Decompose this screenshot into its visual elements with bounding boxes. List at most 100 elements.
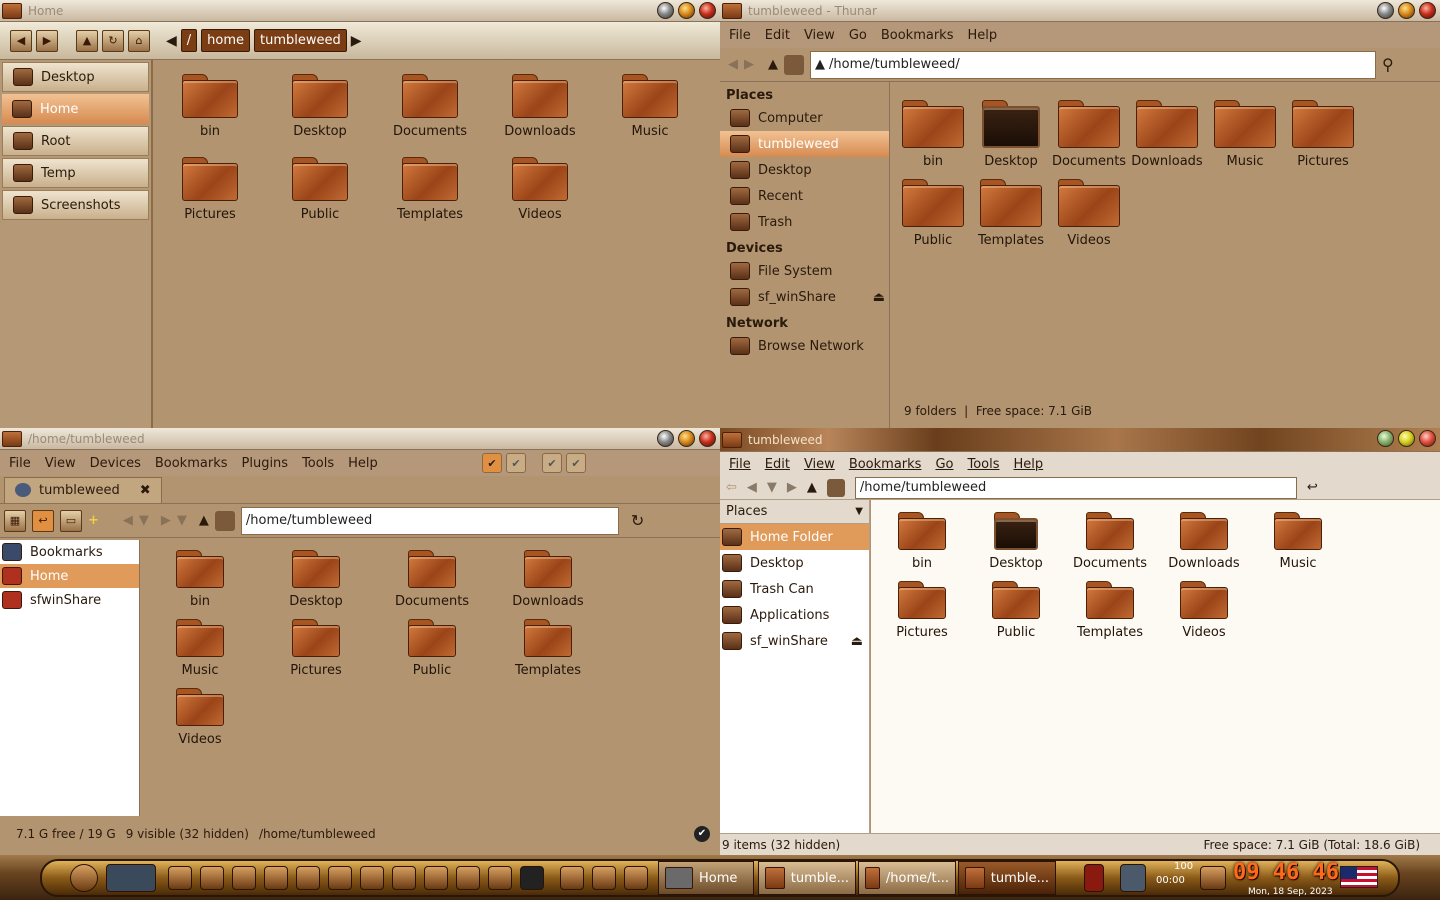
path-input[interactable]: /home/tumbleweed <box>854 476 1297 499</box>
folder-item[interactable]: bin <box>894 100 972 169</box>
folder-item[interactable]: Music <box>1251 512 1345 571</box>
check-icon[interactable]: ✔ <box>694 826 710 842</box>
eject-icon[interactable]: ⏏ <box>851 634 863 649</box>
sidebar-item-bookmarks[interactable]: Bookmarks <box>0 540 139 564</box>
close-tab-icon[interactable]: ✖ <box>140 483 151 498</box>
folder-item[interactable]: Desktop <box>258 550 374 609</box>
titlebar-thunar[interactable]: tumbleweed - Thunar <box>720 0 1440 22</box>
menu-bookmarks[interactable]: Bookmarks <box>842 457 929 472</box>
sidebar-item-screenshots[interactable]: Screenshots <box>2 190 149 220</box>
folder-item[interactable]: bin <box>155 74 265 139</box>
up-button[interactable]: ▲ <box>76 29 98 52</box>
sidebar-item-home[interactable]: Home <box>2 94 149 124</box>
launcher-icon-3[interactable] <box>232 866 256 890</box>
task-thunar[interactable]: tumble... <box>758 861 856 895</box>
folder-item[interactable]: Public <box>969 581 1063 640</box>
menu-gear-icon[interactable] <box>70 864 98 892</box>
back-icon[interactable]: ◀ <box>728 57 738 72</box>
titlebar[interactable]: tumbleweed <box>720 428 1440 452</box>
folder-item[interactable]: Desktop <box>265 74 375 139</box>
sidebar-item-browse-network[interactable]: Browse Network <box>720 333 889 359</box>
launcher-icon-9[interactable] <box>424 866 448 890</box>
menu-view[interactable]: View <box>797 457 842 472</box>
clock[interactable]: 09 46 46 <box>1233 860 1339 885</box>
up-icon[interactable]: ▲ <box>807 480 817 495</box>
back-icon[interactable]: ⇦ <box>726 480 737 495</box>
up-icon[interactable]: ▲ <box>768 57 778 72</box>
launcher-icon-15[interactable] <box>624 866 648 890</box>
menu-bookmarks[interactable]: Bookmarks <box>148 456 235 471</box>
launcher-icon-8[interactable] <box>392 866 416 890</box>
launcher-icon-14[interactable] <box>592 866 616 890</box>
menu-file[interactable]: File <box>2 456 38 471</box>
tab-tumbleweed[interactable]: tumbleweed ✖ <box>4 476 162 503</box>
keyboard-layout-flag-icon[interactable] <box>1340 866 1378 888</box>
sidebar-item-temp[interactable]: Temp <box>2 158 149 188</box>
maximize-button[interactable] <box>678 430 695 447</box>
toggle-sidebar-button[interactable]: ▦ <box>4 509 26 532</box>
path-input[interactable]: ▲ /home/tumbleweed/ <box>810 50 1376 79</box>
back-icon[interactable]: ◀ <box>123 513 133 528</box>
launcher-icon-12[interactable] <box>520 866 544 890</box>
folder-item[interactable]: Downloads <box>1128 100 1206 169</box>
menu-help[interactable]: Help <box>1007 457 1051 472</box>
home-button[interactable]: ↩ <box>32 509 54 532</box>
toggle-1[interactable]: ✔ <box>482 453 502 473</box>
folder-item[interactable]: Pictures <box>258 619 374 678</box>
workspace-switcher-icon[interactable] <box>106 864 156 892</box>
launcher-icon-6[interactable] <box>328 866 352 890</box>
crumb-home[interactable]: home <box>201 29 251 52</box>
crumb-root[interactable]: / <box>180 29 198 52</box>
home-button[interactable]: ⌂ <box>128 29 150 52</box>
back-button[interactable]: ◀ <box>10 29 32 52</box>
launcher-icon-5[interactable] <box>296 866 320 890</box>
toggle-3[interactable]: ✔ <box>542 453 562 473</box>
folder-item[interactable]: Templates <box>490 619 606 678</box>
close-button[interactable] <box>1419 2 1436 19</box>
lantern-icon[interactable] <box>1084 864 1104 892</box>
menu-edit[interactable]: Edit <box>758 28 797 43</box>
launcher-icon-7[interactable] <box>360 866 384 890</box>
folder-item[interactable]: Music <box>142 619 258 678</box>
sidebar-item-desktop[interactable]: Desktop <box>720 550 869 576</box>
home-icon[interactable] <box>784 54 804 75</box>
sidebar-item-sf-winshare[interactable]: sf_winShare ⏏ <box>720 628 869 654</box>
launcher-icon-4[interactable] <box>264 866 288 890</box>
sidebar-item-desktop[interactable]: Desktop <box>2 62 149 92</box>
launcher-icon-10[interactable] <box>456 866 480 890</box>
back-history-icon[interactable]: ▼ <box>139 513 149 528</box>
folder-item[interactable]: Desktop <box>969 512 1063 571</box>
sidebar-item-tumbleweed[interactable]: tumbleweed <box>720 131 889 157</box>
folder-item[interactable]: bin <box>875 512 969 571</box>
folder-item[interactable]: Pictures <box>1284 100 1362 169</box>
launcher-icon-11[interactable] <box>488 866 512 890</box>
forward-history-icon[interactable]: ▼ <box>177 513 187 528</box>
folder-item[interactable]: Documents <box>374 550 490 609</box>
task-home[interactable]: Home <box>658 861 754 895</box>
folder-item[interactable]: Downloads <box>490 550 606 609</box>
search-icon[interactable]: ⚲ <box>1382 55 1394 74</box>
titlebar[interactable]: /home/tumbleweed <box>0 428 720 450</box>
close-button[interactable] <box>699 430 716 447</box>
launcher-icon-1[interactable] <box>168 866 192 890</box>
home-location-icon[interactable] <box>214 510 235 531</box>
reload-button[interactable]: ↻ <box>102 29 124 52</box>
forward-icon[interactable]: ▶ <box>744 57 754 72</box>
maximize-button[interactable] <box>1398 430 1415 447</box>
system-tray-icon[interactable] <box>1200 866 1226 890</box>
new-tab-icon[interactable]: + <box>88 513 99 528</box>
minimize-button[interactable] <box>657 2 674 19</box>
folder-item[interactable]: Templates <box>972 179 1050 248</box>
new-folder-button[interactable]: ▭ <box>60 509 82 532</box>
folder-item[interactable]: Templates <box>1063 581 1157 640</box>
sidebar-item-home-folder[interactable]: Home Folder <box>720 524 869 550</box>
close-button[interactable] <box>1419 430 1436 447</box>
menu-help[interactable]: Help <box>341 456 385 471</box>
sidebar-item-trash-can[interactable]: Trash Can <box>720 576 869 602</box>
folder-item[interactable]: Music <box>595 74 705 139</box>
folder-item[interactable]: Public <box>894 179 972 248</box>
sidebar-item-computer[interactable]: Computer <box>720 105 889 131</box>
folder-item[interactable]: Documents <box>1063 512 1157 571</box>
crumb-left-arrow-icon[interactable]: ◀ <box>166 33 177 49</box>
toggle-4[interactable]: ✔ <box>566 453 586 473</box>
